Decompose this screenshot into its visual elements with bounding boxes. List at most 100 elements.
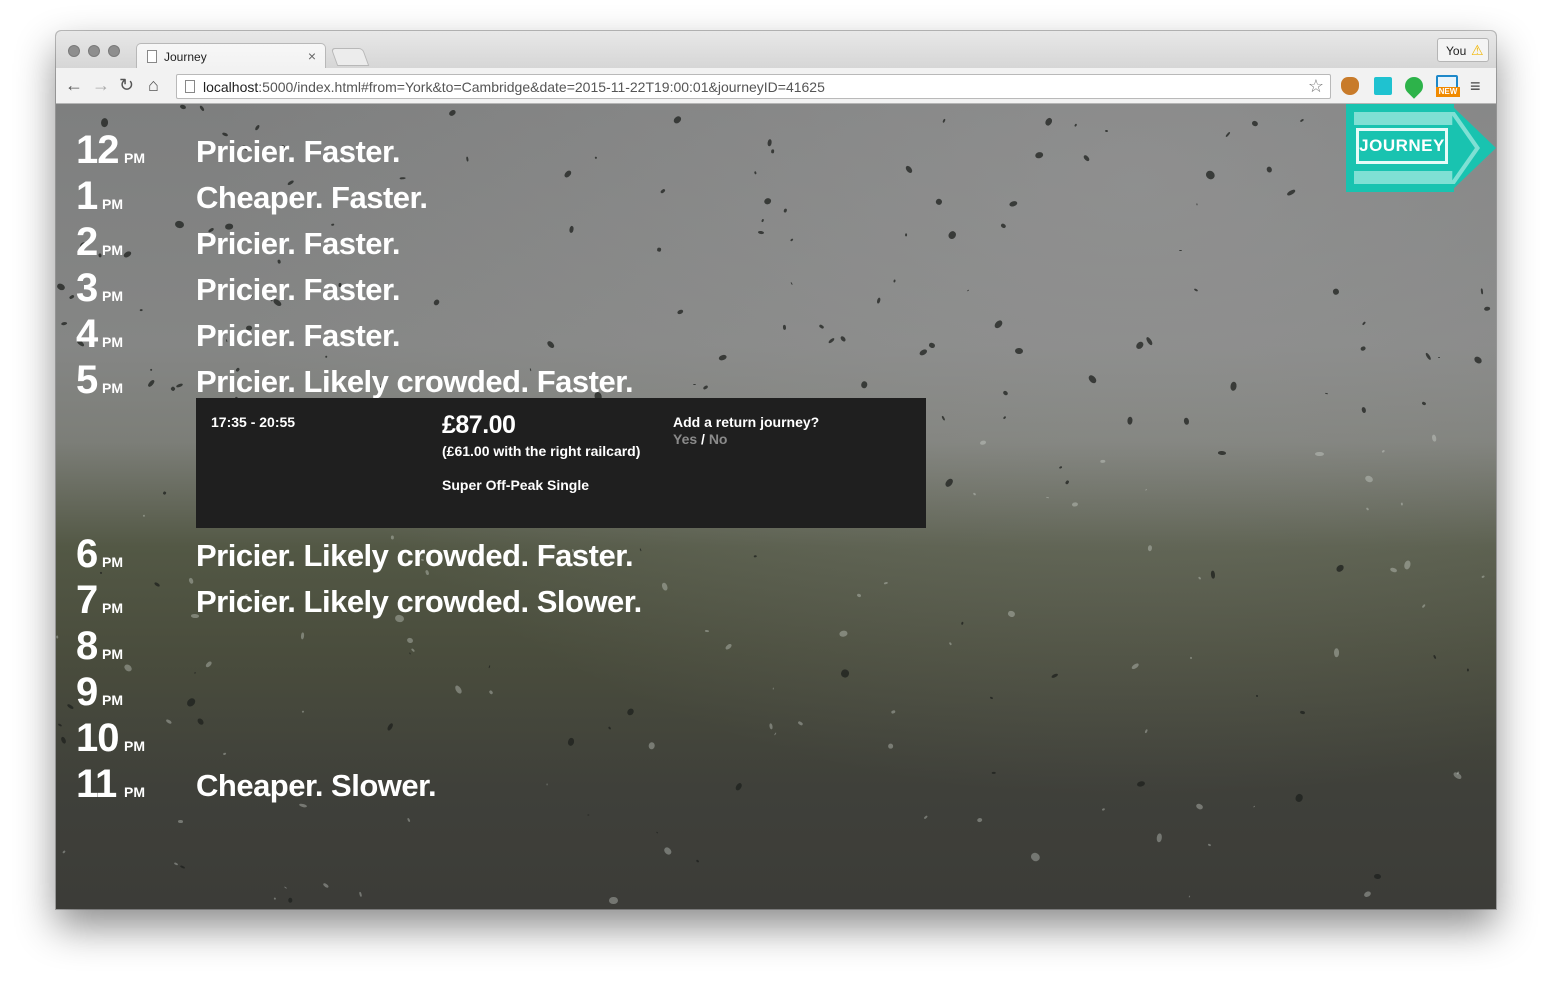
zoom-window-button[interactable] (108, 45, 120, 57)
raindrop (453, 684, 463, 695)
raindrop (818, 323, 825, 329)
profile-button[interactable]: You ⚠ (1437, 38, 1489, 62)
raindrop (783, 207, 788, 213)
raindrop (1065, 479, 1071, 486)
return-yes-link[interactable]: Yes (673, 431, 697, 447)
raindrop (56, 282, 67, 291)
back-icon[interactable]: ← (65, 75, 83, 96)
raindrop (465, 156, 469, 162)
raindrop (1194, 288, 1199, 293)
raindrop (409, 652, 412, 655)
raindrop (165, 718, 172, 724)
raindrop (1034, 151, 1044, 160)
raindrop (979, 440, 987, 446)
hour-ampm: PM (102, 196, 123, 212)
hour-ampm: PM (102, 380, 123, 396)
raindrop (1072, 501, 1079, 508)
raindrop (187, 577, 195, 585)
send-extension-icon[interactable] (1374, 77, 1392, 95)
raindrop (1204, 169, 1217, 181)
new-tab-button[interactable] (330, 48, 370, 66)
raindrop (1187, 895, 1190, 898)
journey-details-panel: 17:35 - 20:55 £87.00 (£61.00 with the ri… (196, 398, 926, 528)
raindrop (1373, 874, 1382, 881)
raindrop (753, 555, 757, 558)
raindrop (639, 548, 642, 552)
raindrop (767, 139, 773, 148)
return-no-link[interactable]: No (709, 431, 728, 447)
journey-time-range: 17:35 - 20:55 (211, 414, 296, 430)
hour-number: 12 (76, 128, 119, 172)
raindrop (904, 164, 914, 175)
raindrop (1183, 417, 1190, 426)
new-extension-icon[interactable]: NEW (1436, 75, 1460, 97)
hour-summary: Cheaper. Faster. (196, 180, 428, 215)
raindrop (1229, 381, 1237, 392)
minimize-window-button[interactable] (88, 45, 100, 57)
raindrop (193, 672, 197, 674)
raindrop (773, 732, 777, 735)
url-text: localhost:5000/index.html#from=York&to=C… (203, 79, 825, 95)
raindrop (60, 321, 68, 326)
raindrop (546, 340, 556, 349)
raindrop (626, 707, 636, 717)
raindrop (122, 662, 134, 673)
raindrop (1100, 459, 1106, 463)
raindrop (1366, 506, 1370, 511)
raindrop (300, 632, 305, 640)
page-icon (147, 50, 157, 63)
close-window-button[interactable] (68, 45, 80, 57)
raindrop (608, 897, 618, 905)
raindrop (1189, 656, 1193, 660)
raindrop (990, 696, 994, 699)
raindrop (1195, 803, 1204, 811)
brain-extension-icon[interactable] (1341, 77, 1359, 95)
raindrop (1251, 119, 1259, 127)
raindrop (1147, 544, 1153, 551)
raindrop (1421, 401, 1427, 406)
raindrop (567, 737, 575, 747)
raindrop (146, 379, 156, 389)
raindrop (179, 104, 188, 110)
raindrop (1087, 373, 1098, 385)
raindrop (1144, 488, 1148, 491)
address-bar[interactable]: localhost:5000/index.html#from=York&to=C… (176, 74, 1331, 99)
location-extension-icon[interactable] (1401, 73, 1427, 99)
raindrop (1211, 570, 1216, 580)
raindrop (659, 188, 666, 195)
hour-ampm: PM (124, 738, 145, 754)
raindrop (1437, 357, 1440, 360)
reload-icon[interactable]: ↻ (119, 75, 134, 96)
forward-icon[interactable]: → (92, 75, 110, 96)
hour-summary: Pricier. Likely crowded. Slower. (196, 584, 642, 619)
tab-close-icon[interactable]: × (308, 48, 316, 64)
railcard-price: (£61.00 with the right railcard) (442, 443, 641, 459)
raindrop (399, 176, 406, 180)
raindrop (358, 892, 362, 898)
raindrop (1382, 449, 1386, 453)
raindrop (725, 643, 734, 651)
raindrop (1422, 604, 1426, 609)
raindrop (173, 862, 179, 867)
hour-summary: Pricier. Faster. (196, 134, 400, 169)
raindrop (58, 722, 63, 727)
raindrop (546, 782, 548, 786)
tab-journey[interactable]: Journey × (136, 43, 326, 69)
raindrop (1432, 434, 1438, 442)
raindrop (763, 196, 773, 206)
raindrop (1135, 340, 1146, 350)
hour-summary: Cheaper. Slower. (196, 768, 437, 803)
raindrop (1265, 166, 1273, 174)
raindrop (324, 356, 328, 359)
raindrop (410, 647, 415, 652)
raindrop (757, 230, 764, 235)
bookmark-star-icon[interactable]: ☆ (1308, 76, 1324, 97)
home-icon[interactable]: ⌂ (148, 75, 159, 96)
raindrop (1299, 117, 1305, 122)
raindrop (1403, 560, 1412, 571)
tab-title: Journey (164, 50, 207, 64)
raindrop (288, 898, 293, 903)
journey-logo[interactable]: JOURNEY (1346, 104, 1496, 192)
raindrop (761, 219, 765, 223)
menu-icon[interactable]: ≡ (1470, 76, 1481, 97)
